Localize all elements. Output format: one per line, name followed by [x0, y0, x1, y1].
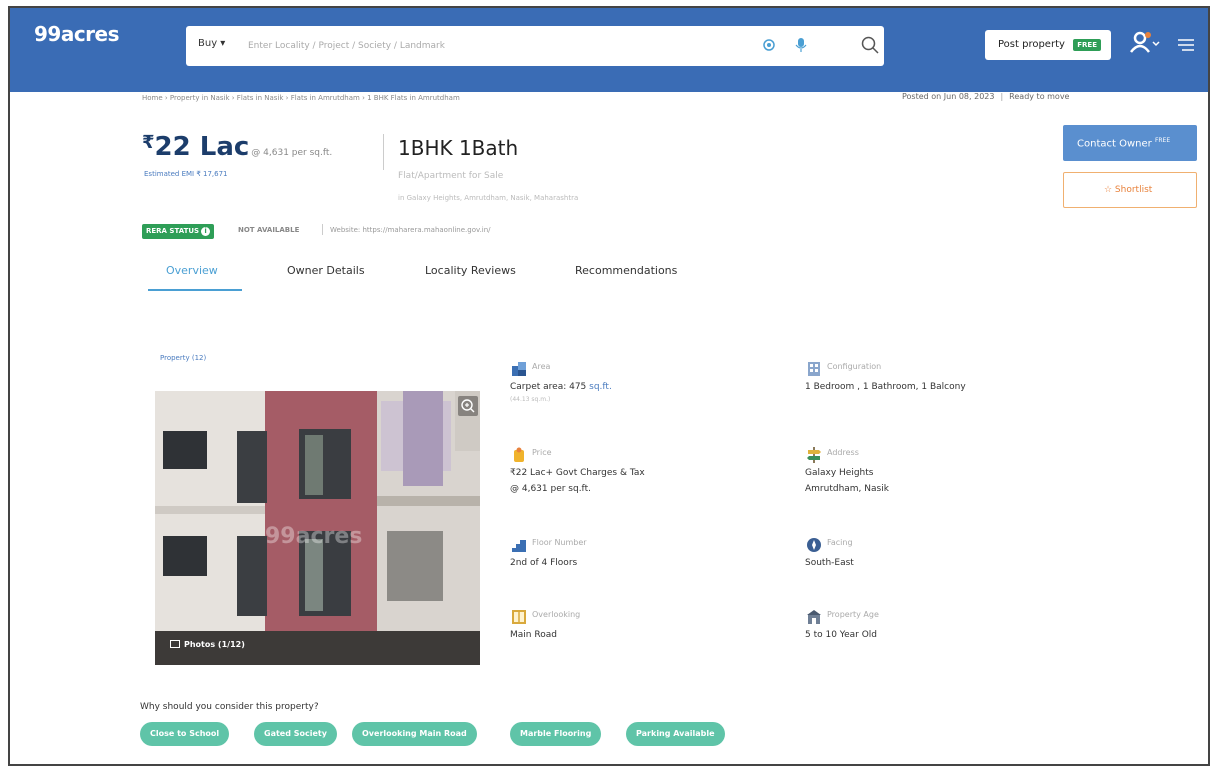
area-label: Area	[532, 362, 551, 371]
info-icon[interactable]: i	[201, 227, 211, 236]
chip-gated-society[interactable]: Gated Society	[254, 722, 337, 746]
rera-website-link[interactable]: Website: https://maharera.mahaonline.gov…	[330, 226, 491, 234]
tab-overview[interactable]: Overview	[166, 264, 218, 277]
bhk-title: 1BHK 1Bath	[398, 136, 519, 160]
chip-marble-flooring[interactable]: Marble Flooring	[510, 722, 602, 746]
possession-status: Ready to move	[1009, 92, 1070, 101]
photo-icon	[170, 640, 180, 648]
buy-dropdown[interactable]: Buy ▾	[198, 38, 225, 49]
photos-count[interactable]: Photos (1/12)	[170, 640, 245, 649]
rera-badge-label: RERA STATUS	[146, 227, 200, 235]
property-photo[interactable]: 99acres	[155, 391, 480, 665]
area-unit-link[interactable]: sq.ft.	[589, 382, 612, 392]
property-photos-label[interactable]: Property (12)	[160, 354, 206, 362]
photos-count-label: Photos (1/12)	[184, 640, 245, 649]
address-label: Address	[827, 448, 859, 457]
tab-locality-reviews[interactable]: Locality Reviews	[425, 264, 516, 277]
posted-date: Posted on Jun 08, 2023	[902, 92, 995, 101]
page-frame: 99acres Buy ▾ Post property FREE	[8, 6, 1210, 766]
configuration-value: 1 Bedroom , 1 Bathroom, 1 Balcony	[805, 382, 966, 392]
price-label: Price	[532, 448, 552, 457]
floor-value: 2nd of 4 Floors	[510, 558, 578, 568]
signpost-icon	[807, 447, 821, 463]
posted-info: Posted on Jun 08, 2023 | Ready to move	[902, 92, 1069, 101]
posted-separator: |	[1000, 92, 1004, 101]
facing-value: South-East	[805, 558, 854, 568]
floor-label: Floor Number	[532, 538, 587, 547]
property-age-label: Property Age	[827, 610, 879, 619]
price-per-sqft: @ 4,631 per sq.ft.	[251, 148, 333, 158]
price-value: ₹22 Lac+ Govt Charges & Tax	[510, 468, 645, 478]
post-property-label: Post property	[998, 39, 1065, 50]
currency-symbol: ₹	[142, 132, 155, 153]
window-icon	[512, 610, 526, 624]
header-divider	[383, 134, 384, 170]
breadcrumb[interactable]: Home › Property in Nasik › Flats in Nasi…	[142, 94, 460, 102]
area-value: Carpet area: 475 sq.ft.	[510, 382, 612, 392]
photo-watermark: 99acres	[265, 524, 362, 549]
microphone-icon[interactable]	[794, 37, 808, 53]
post-property-button[interactable]: Post property FREE	[985, 30, 1111, 60]
building-image: 99acres	[155, 391, 480, 665]
price-tag-icon	[514, 447, 524, 462]
emi-link[interactable]: Estimated EMI ₹ 17,671	[144, 170, 228, 178]
logo[interactable]: 99acres	[34, 22, 120, 46]
calendar-building-icon	[807, 610, 821, 624]
search-icon[interactable]	[860, 35, 880, 55]
chip-overlooking-main-road[interactable]: Overlooking Main Road	[352, 722, 477, 746]
area-icon	[512, 362, 526, 376]
free-badge: FREE	[1073, 39, 1101, 51]
compass-icon	[807, 538, 821, 552]
contact-owner-label: Contact Owner	[1077, 138, 1152, 150]
location-icon[interactable]	[762, 38, 776, 52]
hamburger-menu-icon[interactable]	[1176, 38, 1196, 52]
top-navbar: 99acres Buy ▾ Post property FREE	[10, 8, 1208, 92]
rera-separator	[322, 224, 323, 235]
search-bar: Buy ▾	[186, 26, 884, 66]
price-amount: 22 Lac	[154, 132, 250, 162]
why-consider-title: Why should you consider this property?	[140, 702, 319, 712]
chip-close-to-school[interactable]: Close to School	[140, 722, 230, 746]
user-account-icon[interactable]	[1128, 28, 1160, 58]
stairs-icon	[512, 540, 526, 552]
address-locality: Amrutdham, Nasik	[805, 484, 889, 494]
facing-label: Facing	[827, 538, 853, 547]
rera-status-badge: RERA STATUS i	[142, 224, 215, 239]
price-heading: ₹22 Lac @ 4,631 per sq.ft.	[142, 132, 332, 162]
zoom-in-icon[interactable]	[458, 396, 478, 416]
property-subtype: Flat/Apartment for Sale	[398, 171, 504, 181]
search-input[interactable]	[248, 35, 728, 57]
tab-recommendations[interactable]: Recommendations	[575, 264, 677, 277]
rera-status-value: NOT AVAILABLE	[238, 226, 300, 234]
price-per-sqft-value: @ 4,631 per sq.ft.	[510, 484, 591, 494]
overlooking-label: Overlooking	[532, 610, 581, 619]
tab-owner-details[interactable]: Owner Details	[287, 264, 365, 277]
building-icon	[808, 362, 820, 376]
configuration-label: Configuration	[827, 362, 882, 371]
address-value: Galaxy Heights	[805, 468, 874, 478]
property-age-value: 5 to 10 Year Old	[805, 630, 878, 640]
active-tab-indicator	[148, 289, 242, 291]
overlooking-value: Main Road	[510, 630, 557, 640]
shortlist-button[interactable]: ☆ Shortlist	[1063, 172, 1197, 208]
contact-free-tag: FREE	[1154, 137, 1171, 144]
area-sqm: (44.13 sq.m.)	[510, 396, 551, 403]
address-line: in Galaxy Heights, Amrutdham, Nasik, Mah…	[398, 194, 579, 202]
chip-parking-available[interactable]: Parking Available	[626, 722, 725, 746]
contact-owner-button[interactable]: Contact Owner FREE	[1063, 125, 1197, 161]
area-value-text: Carpet area: 475	[510, 382, 587, 392]
